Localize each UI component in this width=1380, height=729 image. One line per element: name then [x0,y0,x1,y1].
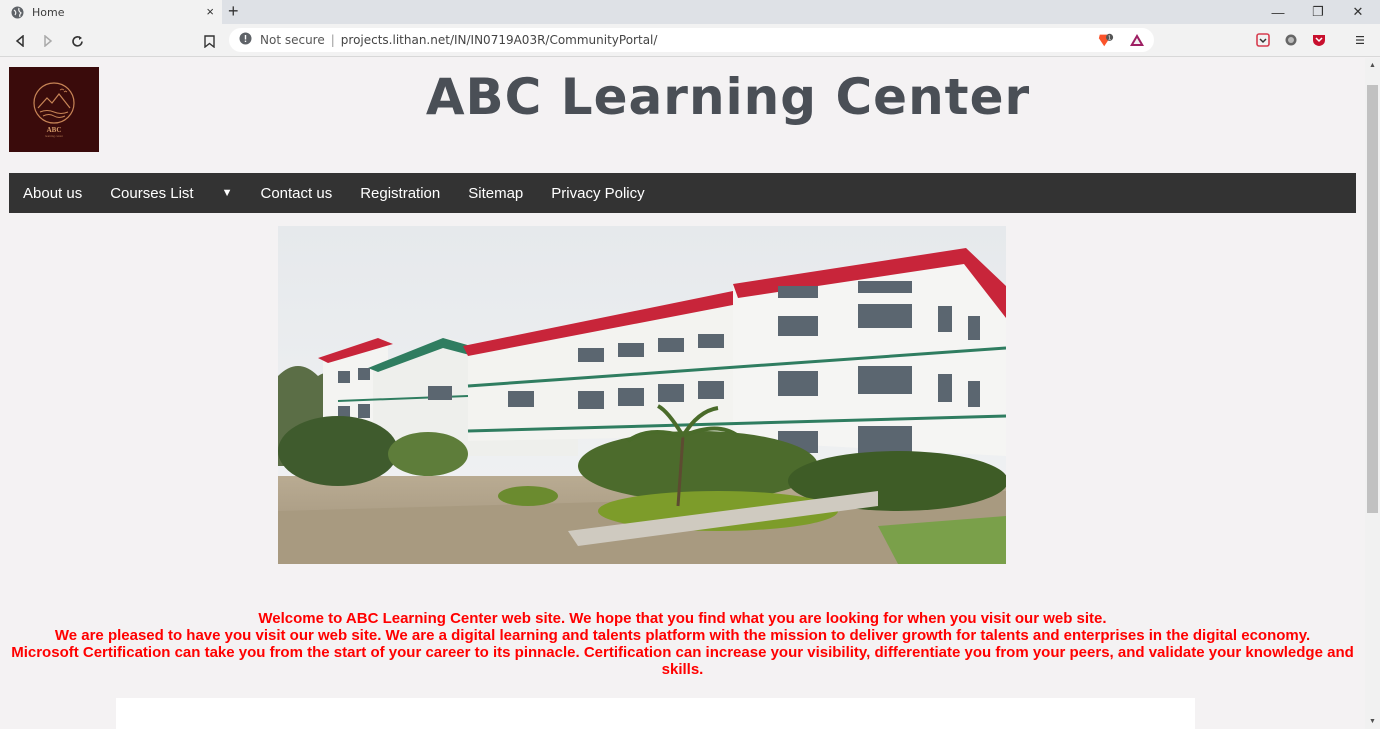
main-navigation: About us Courses List ▼ Contact us Regis… [9,173,1356,213]
back-arrow-icon[interactable] [10,31,30,51]
browser-toolbar: Not secure | projects.lithan.net/IN/IN07… [0,24,1380,57]
window-close-button[interactable]: ✕ [1338,0,1378,24]
pocket-extension-icon[interactable] [1255,32,1271,48]
browser-tab-strip: Home × + — ❐ ✕ [0,0,1380,24]
restore-button[interactable]: ❐ [1298,0,1338,24]
scroll-down-arrow-icon[interactable]: ▼ [1365,714,1380,729]
courses-dropdown-caret-icon[interactable]: ▼ [208,173,247,213]
warning-circle-icon[interactable] [239,32,252,48]
nav-courses-list[interactable]: Courses List [96,173,207,213]
site-logo[interactable]: ABC learning center [9,67,99,152]
mountain-emblem-icon [33,82,75,124]
bookmark-icon[interactable] [199,31,219,51]
nav-privacy-policy[interactable]: Privacy Policy [537,173,658,213]
minimize-button[interactable]: — [1258,0,1298,24]
nav-sitemap[interactable]: Sitemap [454,173,537,213]
nav-registration[interactable]: Registration [346,173,454,213]
scrollbar-thumb[interactable] [1367,85,1378,513]
welcome-line-3: Microsoft Certification can take you fro… [11,644,1354,678]
menu-icon[interactable] [1352,32,1368,48]
url-text[interactable]: projects.lithan.net/IN/IN0719A03R/Commun… [341,33,658,47]
campus-building-photo [278,226,1006,564]
new-tab-button[interactable]: + [228,1,239,21]
tab-title: Home [32,5,65,19]
address-separator: | [330,33,335,47]
welcome-line-2: We are pleased to have you visit our web… [54,627,1311,644]
nav-about-us[interactable]: About us [9,173,96,213]
page-title: ABC Learning Center [425,68,1031,126]
page-scrollbar[interactable]: ▲ ▼ [1365,58,1380,729]
brave-shield-icon[interactable]: 1 [1098,32,1114,48]
browser-tab-home[interactable]: Home × [0,0,222,24]
logo-text: ABC [46,126,62,134]
brave-rewards-icon[interactable] [1129,32,1145,48]
forward-arrow-icon[interactable] [38,31,58,51]
shield-extension-icon[interactable] [1311,32,1327,48]
scroll-up-arrow-icon[interactable]: ▲ [1365,58,1380,73]
page-viewport: ABC learning center ABC Learning Center … [0,58,1365,729]
record-extension-icon[interactable] [1283,32,1299,48]
svg-text:1: 1 [1108,36,1111,42]
tab-close-icon[interactable]: × [206,4,214,20]
content-panel [116,698,1195,729]
welcome-message: Welcome to ABC Learning Center web site.… [10,610,1355,678]
address-bar[interactable]: Not secure | projects.lithan.net/IN/IN07… [229,28,1154,52]
logo-subtext: learning center [45,134,63,138]
globe-icon [11,6,24,19]
welcome-line-1: Welcome to ABC Learning Center web site.… [258,610,1107,627]
reload-icon[interactable] [67,31,87,51]
nav-contact-us[interactable]: Contact us [246,173,346,213]
security-label: Not secure [260,33,325,47]
